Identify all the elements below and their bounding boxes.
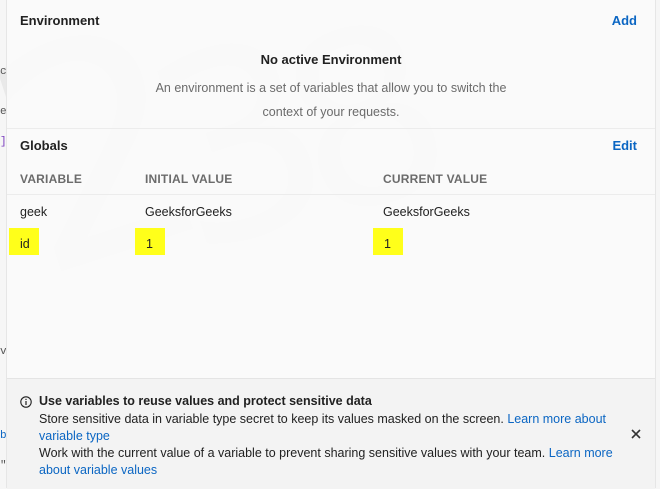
info-banner: Use variables to reuse values and protec… bbox=[7, 378, 655, 489]
column-header-initial-value: INITIAL VALUE bbox=[145, 172, 233, 186]
row-geek-initial-value[interactable]: GeeksforGeeks bbox=[145, 205, 232, 219]
banner-title: Use variables to reuse values and protec… bbox=[39, 394, 372, 408]
globals-heading: Globals bbox=[20, 138, 68, 153]
table-header-divider bbox=[7, 194, 655, 195]
banner-body: Store sensitive data in variable type se… bbox=[39, 411, 619, 479]
row-geek-variable[interactable]: geek bbox=[20, 205, 47, 219]
environment-heading: Environment bbox=[20, 13, 100, 28]
info-icon bbox=[20, 396, 32, 408]
section-divider bbox=[7, 128, 655, 129]
add-environment-button[interactable]: Add bbox=[612, 13, 637, 28]
row-id-initial-value[interactable]: 1 bbox=[146, 237, 153, 251]
column-header-variable: VARIABLE bbox=[20, 172, 83, 186]
empty-environment-title: No active Environment bbox=[260, 52, 402, 67]
row-id-variable[interactable]: id bbox=[20, 237, 30, 251]
row-geek-current-value[interactable]: GeeksforGeeks bbox=[383, 205, 470, 219]
banner-line2-text: Work with the current value of a variabl… bbox=[39, 446, 546, 460]
banner-line1-text: Store sensitive data in variable type se… bbox=[39, 412, 504, 426]
column-header-current-value: CURRENT VALUE bbox=[383, 172, 488, 186]
variables-panel: Environment Add No active Environment An… bbox=[6, 0, 656, 489]
close-icon[interactable] bbox=[629, 427, 643, 441]
empty-environment-description: An environment is a set of variables tha… bbox=[155, 81, 507, 119]
edit-globals-button[interactable]: Edit bbox=[612, 138, 637, 153]
row-id-current-value[interactable]: 1 bbox=[384, 237, 391, 251]
